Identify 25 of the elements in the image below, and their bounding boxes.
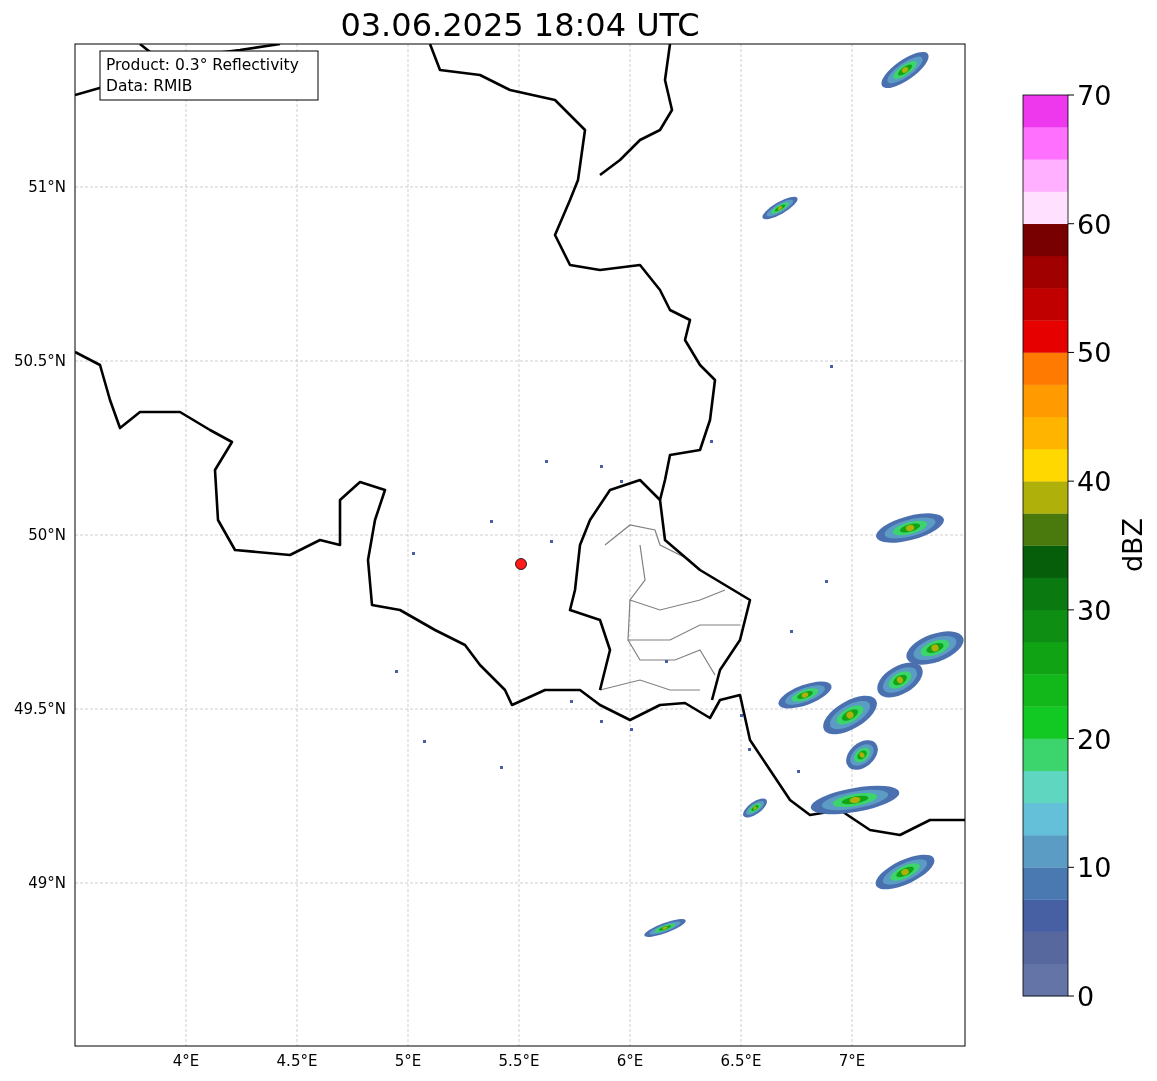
colorbar-tick-label: 40 xyxy=(1077,466,1112,498)
colorbar-tick-label: 30 xyxy=(1077,594,1112,626)
latitude-label: 49.5°N xyxy=(13,700,66,718)
radar-site-marker xyxy=(515,558,527,570)
info-text: Data: RMIB xyxy=(106,77,193,95)
colorbar-tick-label: 50 xyxy=(1077,337,1112,369)
info-text: Product: 0.3° Reflectivity xyxy=(106,56,299,74)
latitude-label: 50.5°N xyxy=(13,352,66,370)
plot-title: 03.06.2025 18:04 UTC xyxy=(340,6,700,44)
latitude-label: 51°N xyxy=(28,178,66,196)
longitude-label: 4.5°E xyxy=(276,1052,318,1070)
colorbar-tick-label: 10 xyxy=(1077,852,1112,884)
longitude-label: 5.5°E xyxy=(498,1052,540,1070)
longitude-label: 7°E xyxy=(838,1052,866,1070)
longitude-label: 6°E xyxy=(616,1052,644,1070)
colorbar-tick-label: 0 xyxy=(1077,981,1095,1012)
colorbar-tick-label: 70 xyxy=(1077,80,1112,111)
longitude-label: 4°E xyxy=(172,1052,200,1070)
latitude-label: 49°N xyxy=(28,874,66,892)
colorbar-tick-label: 20 xyxy=(1077,723,1112,755)
latitude-label: 50°N xyxy=(28,526,66,544)
longitude-label: 6.5°E xyxy=(720,1052,762,1070)
longitude-label: 5°E xyxy=(394,1052,422,1070)
colorbar-tick-label: 60 xyxy=(1077,208,1112,240)
colorbar-label: dBZ xyxy=(1117,517,1148,573)
